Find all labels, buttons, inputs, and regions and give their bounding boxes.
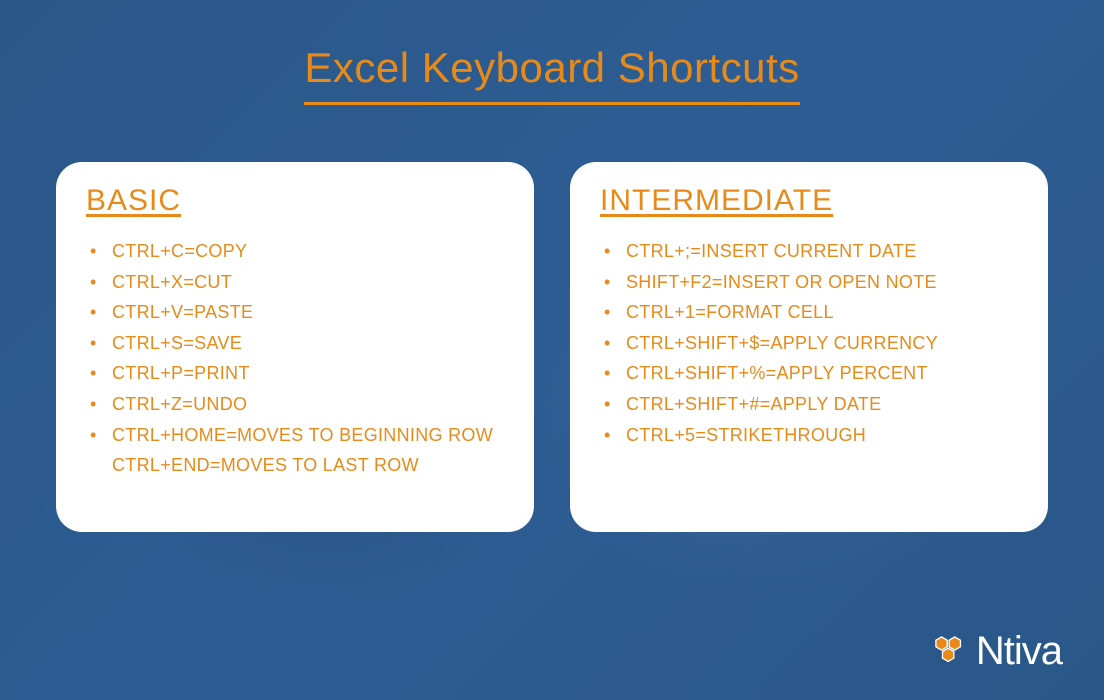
list-item: CTRL+V=PASTE: [90, 297, 504, 328]
list-item: SHIFT+F2=INSERT OR OPEN NOTE: [604, 267, 1018, 298]
list-item-text: CTRL+HOME=MOVES TO BEGINNING ROW: [112, 425, 493, 445]
list-item: CTRL+P=PRINT: [90, 358, 504, 389]
card-intermediate: INTERMEDIATE CTRL+;=INSERT CURRENT DATE …: [570, 162, 1048, 532]
title-container: Excel Keyboard Shortcuts: [0, 44, 1104, 105]
list-item: CTRL+Z=UNDO: [90, 389, 504, 420]
hexagon-icon: [932, 635, 970, 669]
list-item: CTRL+SHIFT+#=APPLY DATE: [604, 389, 1018, 420]
intermediate-list: CTRL+;=INSERT CURRENT DATE SHIFT+F2=INSE…: [600, 236, 1018, 450]
list-item: CTRL+5=STRIKETHROUGH: [604, 420, 1018, 451]
list-item: CTRL+1=FORMAT CELL: [604, 297, 1018, 328]
list-item: CTRL+HOME=MOVES TO BEGINNING ROW CTRL+EN…: [90, 420, 504, 481]
intermediate-heading: INTERMEDIATE: [600, 184, 1018, 218]
list-item: CTRL+SHIFT+$=APPLY CURRENCY: [604, 328, 1018, 359]
basic-list: CTRL+C=COPY CTRL+X=CUT CTRL+V=PASTE CTRL…: [86, 236, 504, 481]
brand-logo: Ntiva: [932, 629, 1062, 674]
page-title: Excel Keyboard Shortcuts: [304, 44, 799, 105]
list-item: CTRL+C=COPY: [90, 236, 504, 267]
cards-row: BASIC CTRL+C=COPY CTRL+X=CUT CTRL+V=PAST…: [56, 162, 1048, 532]
brand-name: Ntiva: [976, 629, 1062, 674]
list-item: CTRL+X=CUT: [90, 267, 504, 298]
list-item: CTRL+;=INSERT CURRENT DATE: [604, 236, 1018, 267]
list-item: CTRL+SHIFT+%=APPLY PERCENT: [604, 358, 1018, 389]
list-item: CTRL+S=SAVE: [90, 328, 504, 359]
basic-heading: BASIC: [86, 184, 504, 218]
card-basic: BASIC CTRL+C=COPY CTRL+X=CUT CTRL+V=PAST…: [56, 162, 534, 532]
list-item-text-extra: CTRL+END=MOVES TO LAST ROW: [112, 450, 504, 481]
